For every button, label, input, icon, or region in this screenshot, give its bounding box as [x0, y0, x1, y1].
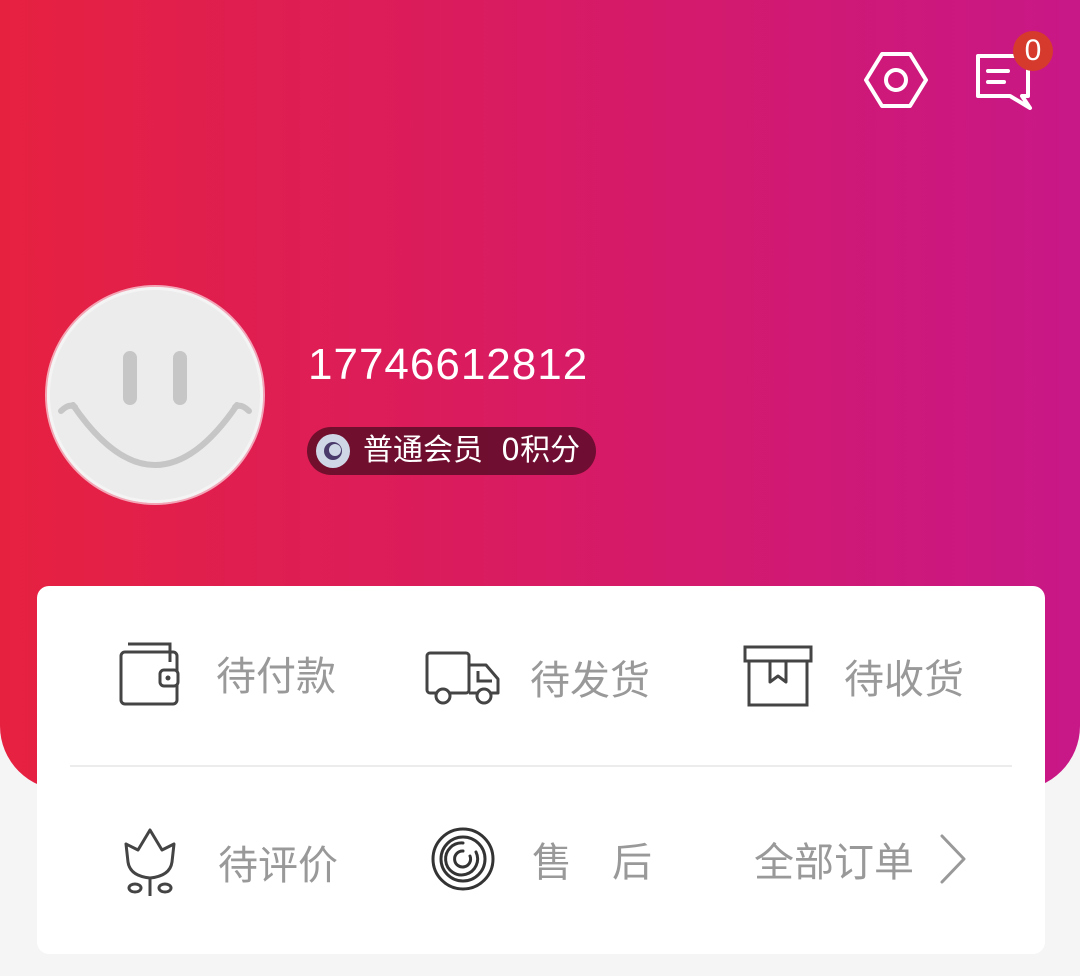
order-divider [70, 765, 1012, 767]
spiral-icon [431, 827, 495, 891]
member-level-icon [316, 434, 350, 468]
pending-review-button[interactable]: 待评价 [120, 826, 338, 898]
member-points: 0积分 [501, 433, 581, 468]
user-phone-number: 17746612812 [308, 340, 589, 389]
chevron-right-icon [940, 834, 966, 884]
pending-review-label: 待评价 [218, 843, 338, 889]
truck-icon [425, 651, 500, 705]
pending-payment-label: 待付款 [216, 654, 336, 700]
pending-payment-button[interactable]: 待付款 [118, 640, 336, 706]
settings-button[interactable] [862, 48, 930, 112]
pending-shipment-button[interactable]: 待发货 [424, 648, 650, 706]
all-orders-button[interactable]: 全部订单 [754, 830, 970, 888]
avatar[interactable] [47, 287, 263, 503]
tulip-icon [124, 828, 176, 896]
pending-receipt-label: 待收货 [844, 657, 964, 703]
pending-shipment-label: 待发货 [530, 658, 650, 704]
pending-receipt-button[interactable]: 待收货 [742, 644, 964, 708]
member-level: 普通会员 [363, 433, 483, 468]
wallet-icon [119, 642, 180, 706]
member-info-pill[interactable]: 普通会员 0积分 [307, 427, 597, 475]
after-sales-button[interactable]: 售 后 [430, 826, 652, 892]
box-icon [743, 645, 813, 707]
smiley-face-icon [58, 351, 252, 468]
gear-icon [864, 52, 928, 108]
after-sales-label: 售 后 [532, 840, 652, 886]
message-count-badge: 0 [1013, 31, 1053, 71]
all-orders-label: 全部订单 [754, 840, 914, 886]
